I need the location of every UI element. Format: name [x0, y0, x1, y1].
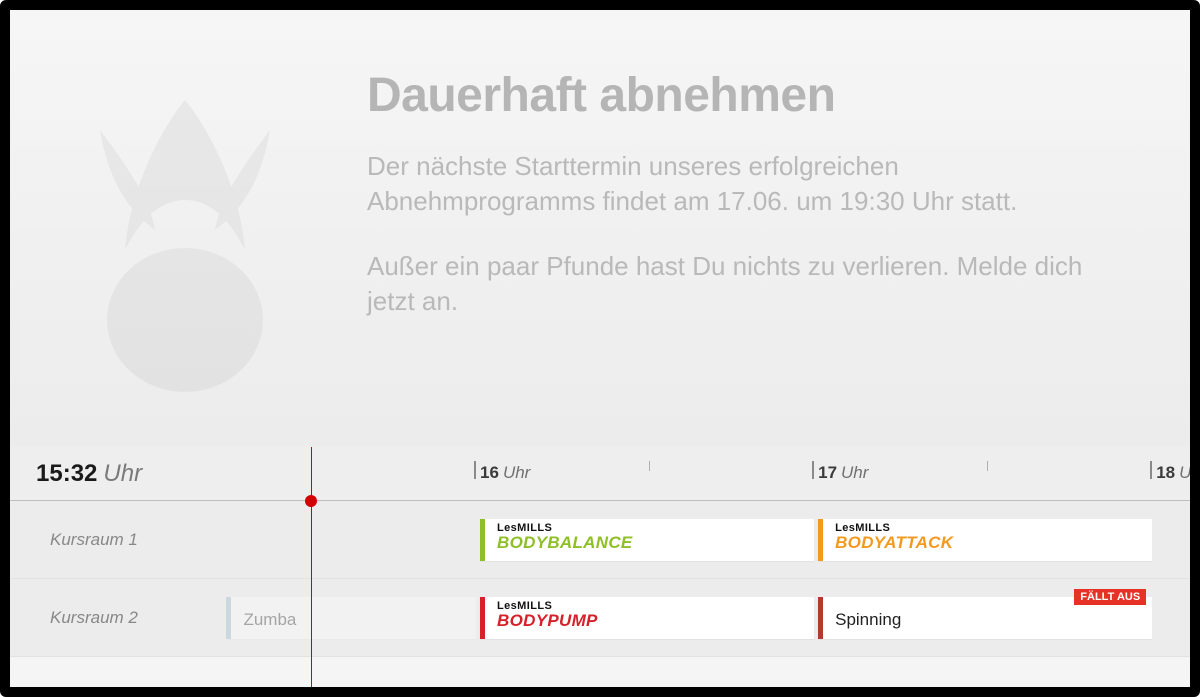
- current-time: 15:32Uhr: [36, 460, 142, 488]
- event-brand-main: BODYATTACK: [835, 534, 1152, 552]
- room-label: Kursraum 1: [50, 530, 138, 550]
- hour-tick-label: 16: [480, 463, 499, 482]
- event-title: Zumba: [243, 601, 476, 639]
- hour-tick-suffix: Uhr: [841, 463, 868, 482]
- hour-tick: 17Uhr: [818, 463, 868, 483]
- hero-title: Dauerhaft abnehmen: [367, 68, 1120, 123]
- hero-banner: Dauerhaft abnehmen Der nächste Startterm…: [10, 10, 1190, 447]
- schedule-event[interactable]: LesMILLSBODYATTACK: [818, 519, 1152, 561]
- hour-tick-suffix: Uhr: [503, 463, 530, 482]
- current-time-suffix: Uhr: [103, 460, 142, 487]
- half-hour-tick: [987, 461, 988, 471]
- room-label: Kursraum 2: [50, 608, 138, 628]
- event-brand-main: BODYPUMP: [497, 612, 814, 630]
- hero-graphic-apple-splash-icon: [60, 70, 310, 410]
- hour-tick-suffix: Uhr: [1179, 463, 1200, 482]
- schedule-event[interactable]: SpinningFÄLLT AUS: [818, 597, 1152, 639]
- hero-paragraph: Außer ein paar Pfunde hast Du nichts zu …: [367, 249, 1120, 319]
- timeline-header: 15:32Uhr 16Uhr17Uhr18Uhr: [10, 447, 1190, 501]
- schedule-event[interactable]: LesMILLSBODYPUMP: [480, 597, 814, 639]
- hour-tick-label: 17: [818, 463, 837, 482]
- hero-paragraph: Der nächste Starttermin unseres erfolgre…: [367, 149, 1120, 219]
- current-time-indicator-line: [311, 447, 312, 687]
- schedule-row: Kursraum 2ZumbaLesMILLSBODYPUMPSpinningF…: [10, 579, 1190, 657]
- event-cancelled-badge: FÄLLT AUS: [1074, 589, 1146, 605]
- schedule-event[interactable]: LesMILLSBODYBALANCE: [480, 519, 814, 561]
- schedule-event[interactable]: Zumba: [226, 597, 476, 639]
- hour-tick-label: 18: [1156, 463, 1175, 482]
- event-brand-main: BODYBALANCE: [497, 534, 814, 552]
- current-time-value: 15:32: [36, 460, 97, 487]
- hour-tick: 16Uhr: [480, 463, 530, 483]
- current-time-indicator-dot-icon: [305, 495, 317, 507]
- screen-frame: Dauerhaft abnehmen Der nächste Startterm…: [0, 0, 1200, 697]
- hero-body: Der nächste Starttermin unseres erfolgre…: [367, 149, 1120, 319]
- event-title: Spinning: [835, 601, 1152, 639]
- hour-tick: 18Uhr: [1156, 463, 1200, 483]
- half-hour-tick: [649, 461, 650, 471]
- schedule-row: Kursraum 1 LesMILLSBODYBALANCELesMILLSBOD…: [10, 501, 1190, 579]
